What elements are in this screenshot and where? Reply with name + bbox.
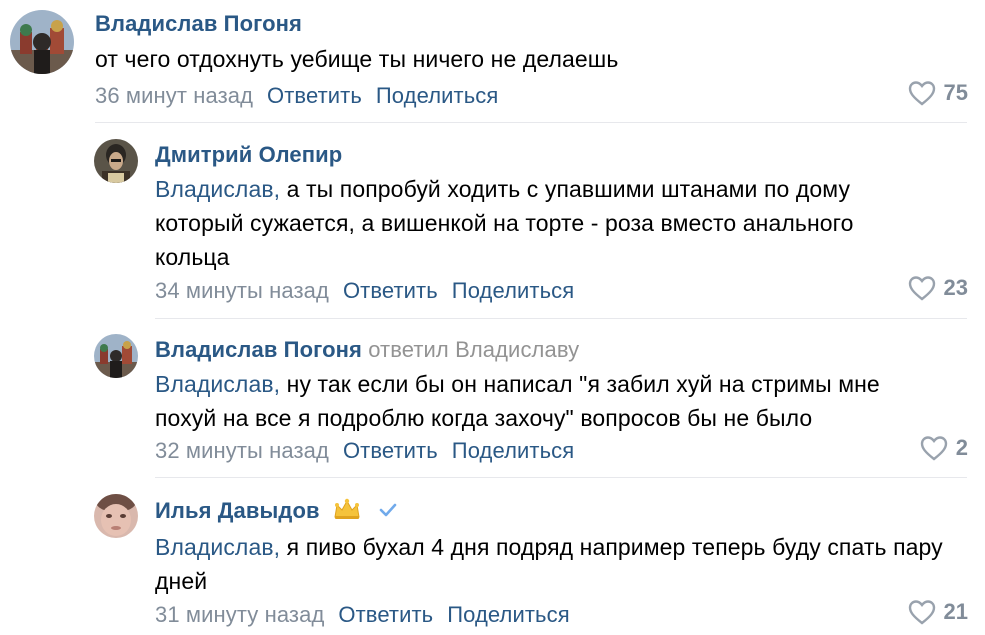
like-count: 2 [955,435,968,460]
like-button[interactable]: 75 [868,80,968,106]
divider [155,318,967,319]
comment-text: Владислав, а ты попробуй ходить с упавши… [155,172,915,274]
comment-text-body: от чего отдохнуть уебище ты ничего не де… [95,46,619,72]
author-name-link[interactable]: Владислав Погоня [155,337,362,362]
comment-author[interactable]: Владислав Погоня [95,11,302,37]
heart-icon [908,276,935,301]
comment-meta: 31 минуту назад Ответить Поделиться [155,602,570,628]
reply-button[interactable]: Ответить [343,278,438,303]
verified-check-icon[interactable] [378,499,398,525]
avatar[interactable] [94,139,138,183]
comment-time[interactable]: 34 минуты назад [155,278,329,303]
comment-item: Дмитрий Олепир Владислав, а ты попробуй … [0,125,985,315]
comment-meta: 34 минуты назад Ответить Поделиться [155,278,574,304]
avatar[interactable] [94,494,138,538]
comment-author: Владислав Погоня ответил Владиславу [155,337,579,363]
comment-text: от чего отдохнуть уебище ты ничего не де… [95,42,875,76]
comment-time[interactable]: 36 минут назад [95,83,253,108]
like-button[interactable]: 2 [868,435,968,461]
comment-item: Илья Давыдов Владислав, я пиво бухал 4 д… [0,480,985,635]
reply-button[interactable]: Ответить [343,438,438,463]
share-button[interactable]: Поделиться [447,602,569,627]
share-button[interactable]: Поделиться [376,83,498,108]
avatar[interactable] [10,10,74,74]
comment-meta: 32 минуты назад Ответить Поделиться [155,438,574,464]
comment-author[interactable]: Дмитрий Олепир [155,142,342,168]
heart-icon [908,81,935,106]
comment-item: Владислав Погоня от чего отдохнуть уебищ… [0,0,985,120]
like-button[interactable]: 23 [868,275,968,301]
heart-icon [920,436,947,461]
avatar[interactable] [94,334,138,378]
mention-link[interactable]: Владислав, [155,176,280,202]
replied-to-link[interactable]: ответил Владиславу [368,337,579,362]
like-count: 23 [943,275,968,300]
comment-item: Владислав Погоня ответил Владиславу Влад… [0,320,985,475]
comment-time[interactable]: 31 минуту назад [155,602,324,627]
like-count: 75 [943,80,968,105]
comment-text: Владислав, я пиво бухал 4 дня подряд нап… [155,530,945,598]
mention-link[interactable]: Владислав, [155,371,280,397]
heart-icon [908,600,935,625]
crown-icon[interactable] [332,497,362,527]
share-button[interactable]: Поделиться [452,278,574,303]
author-name-link[interactable]: Илья Давыдов [155,498,320,523]
divider [95,122,967,123]
comment-meta: 36 минут назад Ответить Поделиться [95,83,498,109]
reply-button[interactable]: Ответить [338,602,433,627]
mention-link[interactable]: Владислав, [155,534,280,560]
like-count: 21 [943,599,968,624]
comment-author: Илья Давыдов [155,497,398,527]
comment-time[interactable]: 32 минуты назад [155,438,329,463]
share-button[interactable]: Поделиться [452,438,574,463]
comment-text: Владислав, ну так если бы он написал "я … [155,367,945,435]
reply-button[interactable]: Ответить [267,83,362,108]
like-button[interactable]: 21 [868,599,968,625]
divider [155,477,967,478]
